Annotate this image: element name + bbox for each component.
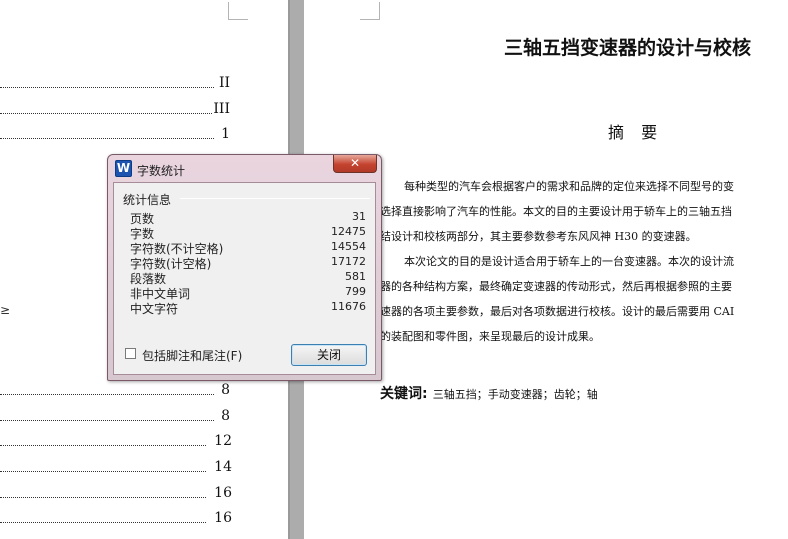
toc-page-number: 12: [213, 432, 232, 450]
include-footnotes-label[interactable]: 包括脚注和尾注(F): [142, 347, 242, 364]
abstract-heading: 摘 要: [608, 123, 664, 142]
keywords-label: 关键词:: [380, 386, 428, 402]
wps-writer-icon: W: [115, 160, 132, 177]
group-divider: [180, 198, 370, 199]
toc-entry[interactable]: II: [0, 74, 230, 92]
stats-group-label: 统计信息: [123, 191, 176, 208]
leader-dots: [0, 420, 214, 421]
crop-mark: [360, 2, 380, 20]
abstract-line: 速器的各项主要参数，最后对各项数据进行校核。设计的最后需要用 CAI: [380, 305, 735, 318]
toc-entry[interactable]: 12: [0, 432, 232, 450]
abstract-line: 的装配图和零件图，来呈现最后的设计成果。: [380, 330, 600, 343]
abstract-line: 器的各种结构方案，最终确定变速器的传动形式，然后再根据参照的主要: [380, 280, 732, 293]
stat-row-non-chinese-words: 非中文单词 799: [130, 285, 366, 301]
toc-page-number: 1: [220, 125, 230, 143]
dialog-titlebar[interactable]: W 字数统计 ✕: [108, 155, 381, 180]
toc-page-number: 16: [213, 509, 232, 527]
document-title: 三轴五挡变速器的设计与校核: [504, 37, 752, 59]
stat-value: 11676: [331, 300, 366, 313]
stat-value: 12475: [331, 225, 366, 238]
leader-dots: [0, 394, 214, 395]
close-icon[interactable]: ✕: [333, 155, 377, 173]
stat-value: 17172: [331, 255, 366, 268]
leader-dots: [0, 471, 206, 472]
leader-dots: [0, 497, 206, 498]
abstract-line: 本次论文的目的是设计适合用于轿车上的一台变速器。本次的设计流: [404, 255, 734, 268]
toc-page-number: 8: [220, 407, 230, 425]
stat-value: 581: [345, 270, 366, 283]
leader-dots: [0, 138, 214, 139]
toc-text-fragment: ≥: [0, 303, 11, 317]
stat-row-chinese-chars: 中文字符 11676: [130, 300, 366, 316]
word-count-dialog: W 字数统计 ✕ 统计信息 页数 31 字数 12475 字符数(不计空格) 1…: [107, 154, 382, 381]
keywords-text: 三轴五挡；手动变速器；齿轮；轴: [432, 388, 598, 401]
toc-entry[interactable]: III: [0, 100, 230, 118]
leader-dots: [0, 113, 214, 114]
leader-dots: [0, 445, 206, 446]
stat-value: 31: [352, 210, 366, 223]
toc-entry[interactable]: 14: [0, 458, 232, 476]
toc-page-number: 16: [213, 484, 232, 502]
dialog-title: 字数统计: [137, 164, 186, 178]
abstract-line: 选择直接影响了汽车的性能。本文的目的主要设计用于轿车上的三轴五挡: [380, 205, 732, 218]
toc-entry[interactable]: 1: [0, 125, 230, 143]
stat-value: 14554: [331, 240, 366, 253]
toc-entry[interactable]: 8: [0, 381, 230, 399]
leader-dots: [0, 522, 206, 523]
stat-label: 中文字符: [130, 302, 179, 316]
stat-row-paragraphs: 段落数 581: [130, 270, 366, 286]
abstract-line: 结设计和校核两部分，其主要参数参考东风风神 H30 的变速器。: [380, 230, 697, 243]
stat-row-words: 字数 12475: [130, 225, 366, 241]
stat-row-chars-with-spaces: 字符数(计空格) 17172: [130, 255, 366, 271]
stat-value: 799: [345, 285, 366, 298]
toc-entry[interactable]: 8: [0, 407, 230, 425]
stat-row-pages: 页数 31: [130, 210, 366, 226]
close-button[interactable]: 关闭: [291, 344, 367, 366]
toc-entry[interactable]: 16: [0, 509, 232, 527]
toc-page-number: III: [212, 100, 230, 118]
toc-page-number: 14: [213, 458, 232, 476]
keywords-line: 关键词: 三轴五挡；手动变速器；齿轮；轴: [380, 383, 598, 403]
leader-dots: [0, 87, 214, 88]
abstract-line: 每种类型的汽车会根据客户的需求和品牌的定位来选择不同型号的变: [404, 180, 734, 193]
toc-entry[interactable]: 16: [0, 484, 232, 502]
toc-page-number: II: [217, 74, 230, 92]
toc-page-number: 8: [220, 381, 230, 399]
stat-row-chars-no-spaces: 字符数(不计空格) 14554: [130, 240, 366, 256]
crop-mark: [228, 2, 248, 20]
include-footnotes-checkbox[interactable]: [125, 348, 136, 359]
